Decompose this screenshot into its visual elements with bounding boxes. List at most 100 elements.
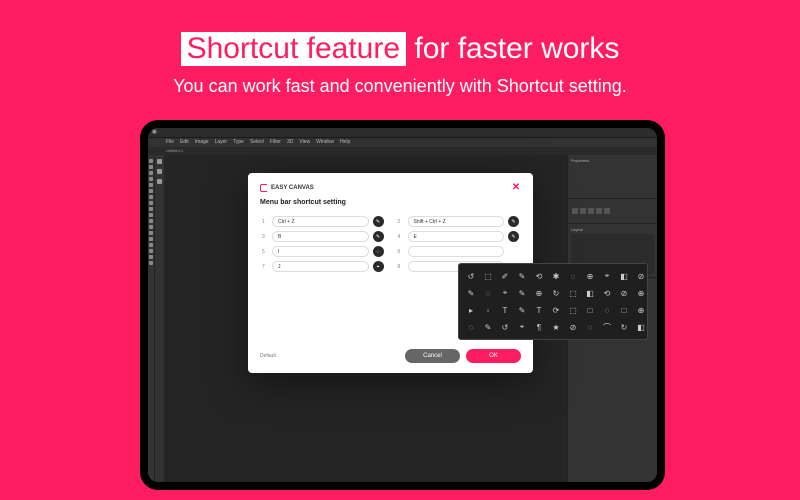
ps-tool[interactable]	[149, 225, 153, 229]
ps-tool[interactable]	[149, 201, 153, 205]
shortcut-action-icon[interactable]: ⌖	[373, 261, 384, 272]
ec-sidebar-item[interactable]	[157, 169, 162, 174]
tool-picker-item[interactable]: ⊕	[532, 286, 546, 300]
ps-tool[interactable]	[149, 171, 153, 175]
ps-menu-item[interactable]: Image	[195, 139, 209, 146]
tool-picker-item[interactable]: □	[617, 303, 631, 317]
ps-tool[interactable]	[149, 243, 153, 247]
tool-picker-item[interactable]: T	[498, 303, 512, 317]
tool-picker-item[interactable]: ⊘	[634, 269, 648, 283]
shortcut-input[interactable]: Shift + Ctrl + Z	[408, 216, 505, 227]
tool-picker-item[interactable]: ✎	[481, 320, 495, 334]
ps-menu-item[interactable]: Help	[340, 139, 350, 146]
shortcut-action-icon[interactable]: ✎	[508, 216, 519, 227]
shortcut-action-icon[interactable]: ✎	[373, 216, 384, 227]
tool-picker-item[interactable]: ⬚	[481, 269, 495, 283]
tool-picker-item[interactable]: ⬚	[566, 286, 580, 300]
tool-picker-item[interactable]: ◧	[583, 286, 597, 300]
tool-picker-item[interactable]: ✎	[464, 286, 478, 300]
ps-tool[interactable]	[149, 255, 153, 259]
cancel-button[interactable]: Cancel	[405, 349, 460, 363]
ps-tool[interactable]	[149, 177, 153, 181]
tool-picker-item[interactable]: ◧	[617, 269, 631, 283]
ps-menu-item[interactable]: Window	[316, 139, 334, 146]
ps-tool[interactable]	[149, 165, 153, 169]
ps-menu-item[interactable]: Type	[233, 139, 244, 146]
ps-tool[interactable]	[149, 213, 153, 217]
shortcut-action-icon[interactable]: ◌	[373, 246, 384, 257]
ps-tab[interactable]: Untitled-1	[166, 148, 183, 153]
ps-tool[interactable]	[149, 195, 153, 199]
tool-picker-item[interactable]: ⊕	[583, 269, 597, 283]
tool-picker-item[interactable]: ★	[549, 320, 563, 334]
shortcut-input[interactable]: J	[272, 261, 369, 272]
shortcut-input[interactable]: B	[272, 231, 369, 242]
shortcut-input[interactable]: I	[272, 246, 369, 257]
ec-sidebar-item[interactable]	[157, 179, 162, 184]
tool-picker-item[interactable]: ⊕	[634, 303, 648, 317]
shortcut-input[interactable]	[408, 246, 505, 257]
shortcut-number: 8	[398, 264, 404, 270]
tool-picker-item[interactable]: ✐	[498, 269, 512, 283]
tool-picker-item[interactable]: ◌	[583, 320, 597, 334]
tool-picker-item[interactable]: ✎	[515, 303, 529, 317]
ps-tool[interactable]	[149, 219, 153, 223]
swatch[interactable]	[588, 208, 594, 214]
ps-tool[interactable]	[149, 189, 153, 193]
ps-menu-item[interactable]: View	[299, 139, 310, 146]
shortcut-input[interactable]: Ctrl + Z	[272, 216, 369, 227]
tool-picker-item[interactable]: ⟲	[532, 269, 546, 283]
tool-picker-item[interactable]: ✱	[549, 269, 563, 283]
tool-picker-item[interactable]: ↻	[549, 286, 563, 300]
close-icon[interactable]: ✕	[511, 183, 521, 193]
swatch[interactable]	[604, 208, 610, 214]
tool-picker-item[interactable]: ¶	[532, 320, 546, 334]
ps-tool[interactable]	[149, 249, 153, 253]
ps-tool[interactable]	[149, 207, 153, 211]
shortcut-input[interactable]: E	[408, 231, 505, 242]
tool-picker-item[interactable]: □	[583, 303, 597, 317]
tool-picker-item[interactable]: ⟳	[549, 303, 563, 317]
ps-menu-item[interactable]: File	[166, 139, 174, 146]
tool-picker-item[interactable]: ◌	[566, 269, 580, 283]
tool-picker-item[interactable]: ⊘	[617, 286, 631, 300]
tool-picker-item[interactable]: ⬚	[566, 303, 580, 317]
ec-sidebar-item[interactable]	[157, 159, 162, 164]
tool-picker-item[interactable]: ⊘	[566, 320, 580, 334]
ps-tool[interactable]	[149, 261, 153, 265]
tool-picker-item[interactable]: ↺	[498, 320, 512, 334]
shortcut-action-icon[interactable]: ✎	[508, 231, 519, 242]
ps-menu-item[interactable]: Edit	[180, 139, 189, 146]
default-link[interactable]: Default	[260, 353, 276, 359]
tool-picker-item[interactable]: ◌	[464, 320, 478, 334]
tool-picker-item[interactable]: ✎	[515, 286, 529, 300]
tool-picker-item[interactable]: ◦	[481, 303, 495, 317]
ps-menu-item[interactable]: 3D	[287, 139, 293, 146]
tool-picker-item[interactable]: ◌	[600, 303, 614, 317]
ps-tool[interactable]	[149, 231, 153, 235]
tool-picker-item[interactable]: ⌖	[498, 286, 512, 300]
swatch[interactable]	[596, 208, 602, 214]
shortcut-action-icon[interactable]: ✎	[373, 231, 384, 242]
tool-picker-item[interactable]: ↻	[617, 320, 631, 334]
swatch[interactable]	[580, 208, 586, 214]
ps-menu-item[interactable]: Select	[250, 139, 264, 146]
tool-picker-item[interactable]: ↺	[464, 269, 478, 283]
tool-picker-item[interactable]: T	[532, 303, 546, 317]
tool-picker-item[interactable]: ⌖	[600, 269, 614, 283]
tool-picker-item[interactable]: ◧	[634, 320, 648, 334]
tool-picker-item[interactable]: ◌	[481, 286, 495, 300]
ps-tool[interactable]	[149, 159, 153, 163]
tool-picker-item[interactable]: ⊕	[634, 286, 648, 300]
tool-picker-item[interactable]: ⌖	[515, 320, 529, 334]
tool-picker-item[interactable]: ✎	[515, 269, 529, 283]
tool-picker-item[interactable]: ▸	[464, 303, 478, 317]
swatch[interactable]	[572, 208, 578, 214]
tool-picker-item[interactable]: ⌒	[600, 320, 614, 334]
ps-menu-item[interactable]: Filter	[270, 139, 281, 146]
ps-tool[interactable]	[149, 237, 153, 241]
ps-tool[interactable]	[149, 183, 153, 187]
ok-button[interactable]: OK	[466, 349, 521, 363]
tool-picker-item[interactable]: ⟲	[600, 286, 614, 300]
ps-menu-item[interactable]: Layer	[215, 139, 228, 146]
